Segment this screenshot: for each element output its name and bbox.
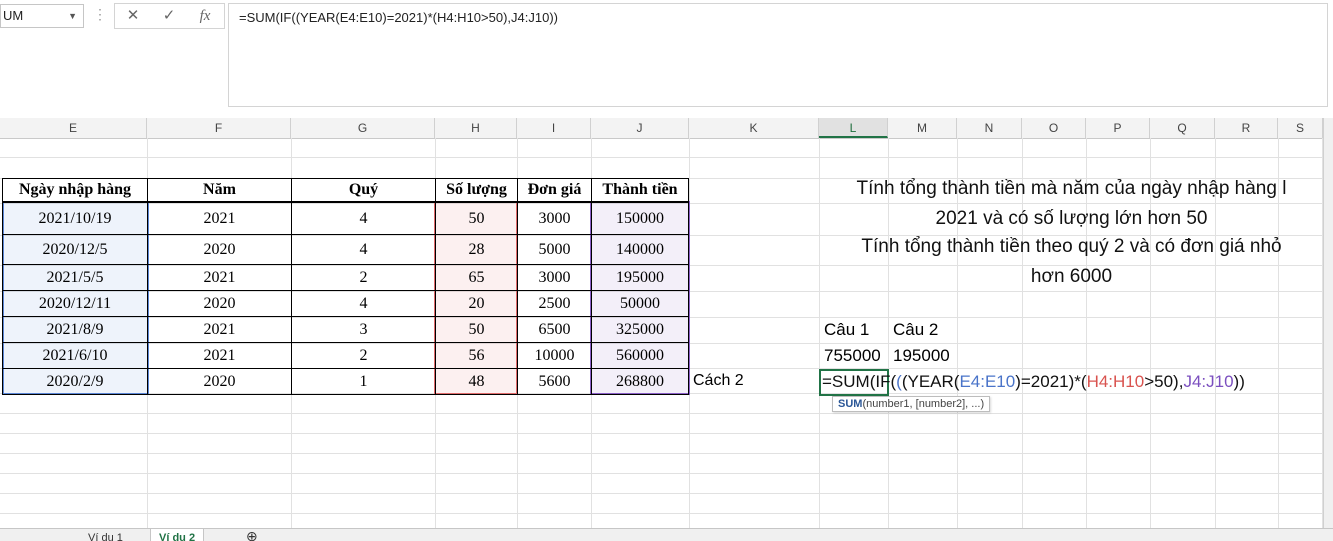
col-header-e[interactable]: E bbox=[0, 118, 147, 138]
cau-1-value[interactable]: 755000 bbox=[820, 346, 888, 368]
question-2-line-1: Tính tổng thành tiền theo quý 2 và có đơ… bbox=[861, 236, 1282, 257]
chevron-down-icon[interactable]: ▼ bbox=[68, 5, 77, 27]
cell-ngay[interactable]: 2020/12/5 bbox=[2, 234, 148, 265]
cell-nam[interactable]: 2020 bbox=[147, 290, 292, 317]
cell-quy[interactable]: 3 bbox=[291, 316, 436, 343]
cell-thanh-tien[interactable]: 560000 bbox=[591, 342, 689, 369]
question-1-line-1: Tính tổng thành tiền mà năm của ngày nhậ… bbox=[856, 178, 1287, 199]
tab-vi-du-2[interactable]: Ví dụ 2 bbox=[150, 529, 205, 541]
edit-part-year: (YEAR( bbox=[901, 372, 960, 391]
header-don-gia: Đơn giá bbox=[517, 178, 592, 202]
edit-part-eq: )=2021)*( bbox=[1015, 372, 1087, 391]
cell-don-gia[interactable]: 3000 bbox=[517, 202, 592, 235]
col-header-f[interactable]: F bbox=[147, 118, 291, 138]
col-header-o[interactable]: O bbox=[1022, 118, 1086, 138]
cell-don-gia[interactable]: 5000 bbox=[517, 234, 592, 265]
cell-thanh-tien[interactable]: 325000 bbox=[591, 316, 689, 343]
cell-ngay[interactable]: 2021/6/10 bbox=[2, 342, 148, 369]
formula-input[interactable]: =SUM(IF((YEAR(E4:E10)=2021)*(H4:H10>50),… bbox=[228, 3, 1328, 107]
question-2-line-2: hơn 6000 bbox=[1030, 266, 1113, 287]
cell-ngay[interactable]: 2021/10/19 bbox=[2, 202, 148, 235]
tooltip-function-name[interactable]: SUM bbox=[838, 398, 862, 410]
cell-quy[interactable]: 2 bbox=[291, 264, 436, 291]
col-header-p[interactable]: P bbox=[1086, 118, 1150, 138]
tab-vi-du-1[interactable]: Ví dụ 1 bbox=[88, 529, 123, 541]
edit-ref-j: J4:J10 bbox=[1183, 372, 1234, 391]
cell-so-luong[interactable]: 28 bbox=[435, 234, 518, 265]
enter-icon[interactable]: ✓ bbox=[152, 4, 186, 28]
edit-ref-h: H4:H10 bbox=[1086, 372, 1145, 391]
cell-so-luong[interactable]: 50 bbox=[435, 202, 518, 235]
cell-nam[interactable]: 2021 bbox=[147, 202, 292, 235]
add-sheet-icon[interactable]: ⊕ bbox=[246, 529, 258, 541]
more-dots-icon: ⋮ bbox=[93, 6, 107, 22]
cell-quy[interactable]: 1 bbox=[291, 368, 436, 395]
cell-quy[interactable]: 4 bbox=[291, 234, 436, 265]
cell-nam[interactable]: 2020 bbox=[147, 234, 292, 265]
col-header-h[interactable]: H bbox=[435, 118, 517, 138]
edit-part-gt: >50), bbox=[1144, 372, 1184, 391]
cell-ngay[interactable]: 2020/2/9 bbox=[2, 368, 148, 395]
col-header-k[interactable]: K bbox=[689, 118, 819, 138]
name-box[interactable]: UM ▼ bbox=[0, 4, 84, 28]
tooltip-args: (number1, [number2], ...) bbox=[862, 398, 985, 410]
cell-ngay[interactable]: 2021/8/9 bbox=[2, 316, 148, 343]
cau-2-value[interactable]: 195000 bbox=[889, 346, 957, 368]
cau-2-label[interactable]: Câu 2 bbox=[889, 320, 957, 342]
function-tooltip[interactable]: SUM(number1, [number2], ...) bbox=[832, 396, 991, 412]
header-thanh-tien: Thành tiền bbox=[591, 178, 689, 202]
question-1-line-2: 2021 và có số lượng lớn hơn 50 bbox=[935, 208, 1208, 229]
cell-quy[interactable]: 4 bbox=[291, 290, 436, 317]
cell-thanh-tien[interactable]: 150000 bbox=[591, 202, 689, 235]
col-header-q[interactable]: Q bbox=[1150, 118, 1215, 138]
cell-nam[interactable]: 2021 bbox=[147, 342, 292, 369]
column-header-row: E F G H I J K L M N O P Q R S bbox=[0, 118, 1333, 139]
col-header-i[interactable]: I bbox=[517, 118, 591, 138]
cell-nam[interactable]: 2021 bbox=[147, 264, 292, 291]
col-header-s[interactable]: S bbox=[1278, 118, 1323, 138]
insert-function-icon[interactable]: fx bbox=[188, 4, 222, 28]
cell-nam[interactable]: 2020 bbox=[147, 368, 292, 395]
cell-ngay[interactable]: 2020/12/11 bbox=[2, 290, 148, 317]
edit-ref-e: E4:E10 bbox=[959, 372, 1016, 391]
col-header-l[interactable]: L bbox=[819, 118, 888, 138]
cell-thanh-tien[interactable]: 268800 bbox=[591, 368, 689, 395]
header-so-luong: Số lượng bbox=[435, 178, 518, 202]
col-header-g[interactable]: G bbox=[291, 118, 435, 138]
cell-nam[interactable]: 2021 bbox=[147, 316, 292, 343]
cell-don-gia[interactable]: 5600 bbox=[517, 368, 592, 395]
header-ngay-nhap-hang: Ngày nhập hàng bbox=[2, 178, 148, 202]
cell-don-gia[interactable]: 3000 bbox=[517, 264, 592, 291]
col-header-n[interactable]: N bbox=[957, 118, 1022, 138]
header-nam: Năm bbox=[147, 178, 292, 202]
vertical-scrollbar[interactable] bbox=[1323, 118, 1333, 528]
cell-ngay[interactable]: 2021/5/5 bbox=[2, 264, 148, 291]
cell-thanh-tien[interactable]: 140000 bbox=[591, 234, 689, 265]
col-header-j[interactable]: J bbox=[591, 118, 689, 138]
header-quy: Quý bbox=[291, 178, 436, 202]
cach-2-label[interactable]: Cách 2 bbox=[690, 372, 780, 394]
cell-quy[interactable]: 4 bbox=[291, 202, 436, 235]
col-header-m[interactable]: M bbox=[888, 118, 957, 138]
cell-so-luong[interactable]: 65 bbox=[435, 264, 518, 291]
cancel-icon[interactable]: ✕ bbox=[116, 4, 150, 28]
cell-so-luong[interactable]: 50 bbox=[435, 316, 518, 343]
edit-part-close: )) bbox=[1233, 372, 1245, 391]
cell-thanh-tien[interactable]: 50000 bbox=[591, 290, 689, 317]
cau-1-label[interactable]: Câu 1 bbox=[820, 320, 888, 342]
cell-so-luong[interactable]: 56 bbox=[435, 342, 518, 369]
edit-part-sum-if: =SUM(IF( bbox=[822, 372, 897, 391]
name-box-value: UM bbox=[3, 8, 24, 23]
cell-don-gia[interactable]: 2500 bbox=[517, 290, 592, 317]
cell-formula-edit[interactable]: =SUM(IF(((YEAR(E4:E10)=2021)*(H4:H10>50)… bbox=[822, 372, 1245, 392]
cell-don-gia[interactable]: 6500 bbox=[517, 316, 592, 343]
cell-don-gia[interactable]: 10000 bbox=[517, 342, 592, 369]
cell-quy[interactable]: 2 bbox=[291, 342, 436, 369]
col-header-r[interactable]: R bbox=[1215, 118, 1278, 138]
cell-thanh-tien[interactable]: 195000 bbox=[591, 264, 689, 291]
cell-so-luong[interactable]: 20 bbox=[435, 290, 518, 317]
cell-so-luong[interactable]: 48 bbox=[435, 368, 518, 395]
formula-bar: UM ▼ ⋮ ✕ ✓ fx =SUM(IF((YEAR(E4:E10)=2021… bbox=[0, 0, 1333, 110]
sheet-tab-bar: Ví dụ 1 Ví dụ 2 ⊕ bbox=[0, 528, 1333, 541]
